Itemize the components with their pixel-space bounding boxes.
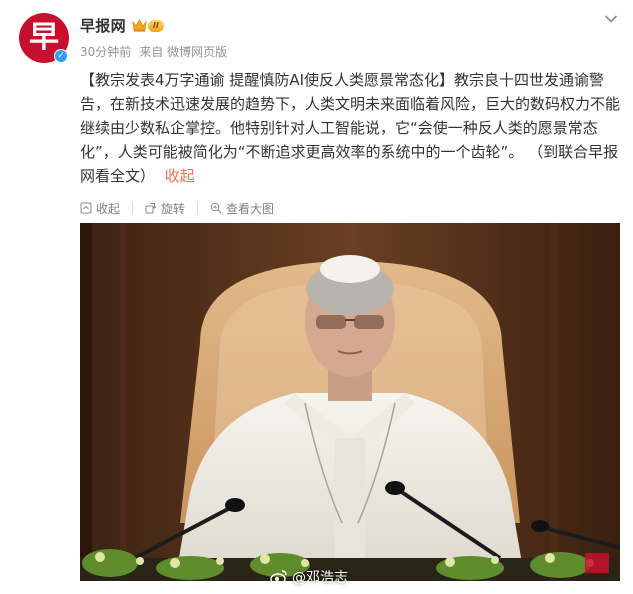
post-timestamp[interactable]: 30分钟前 (80, 43, 131, 60)
chevron-down-icon[interactable] (604, 14, 618, 24)
weibo-logo-icon (270, 570, 287, 585)
member-level-badge[interactable]: II (132, 18, 164, 33)
toolbar-divider (132, 202, 134, 214)
post-source: 来自 微博网页版 (139, 45, 228, 59)
verified-badge-icon: ✓ (54, 49, 68, 63)
view-large-label: 查看大图 (226, 201, 275, 216)
rotate-icon (145, 203, 157, 214)
post-body: 【教宗发表4万字通谕 提醒慎防AI使反人类愿景常态化】教宗良十四世发通谕警告，在… (80, 68, 625, 188)
post-meta: 30分钟前 来自 微博网页版 (80, 43, 227, 60)
avatar-logo-text: 早 (29, 20, 59, 55)
rotate-label: 旋转 (161, 201, 186, 216)
watermark-text: @邓浩志 (292, 570, 348, 586)
collapse-link[interactable]: 收起 (165, 167, 195, 185)
crown-icon (132, 19, 147, 32)
post-image[interactable] (80, 223, 620, 581)
collapse-image-button[interactable]: 收起 (80, 200, 120, 217)
zoom-icon (210, 202, 222, 214)
collapse-label: 收起 (96, 201, 121, 216)
toolbar-divider (197, 202, 199, 214)
collapse-icon (80, 202, 92, 214)
rotate-button[interactable]: 旋转 (145, 200, 185, 217)
view-large-button[interactable]: 查看大图 (210, 200, 274, 217)
account-name[interactable]: 早报网 (80, 15, 126, 36)
image-toolbar: 收起 旋转 查看大图 (80, 199, 274, 217)
image-watermark: @邓浩志 (270, 567, 348, 587)
account-header: 早报网 II (80, 15, 164, 36)
weibo-post-card: 早 ✓ 早报网 II 30分钟前 来自 微博网页版 【教宗发表4万字通谕 提醒慎… (0, 0, 633, 594)
pope-photo-illustration (80, 223, 620, 581)
badge-level-label: II (147, 19, 164, 32)
